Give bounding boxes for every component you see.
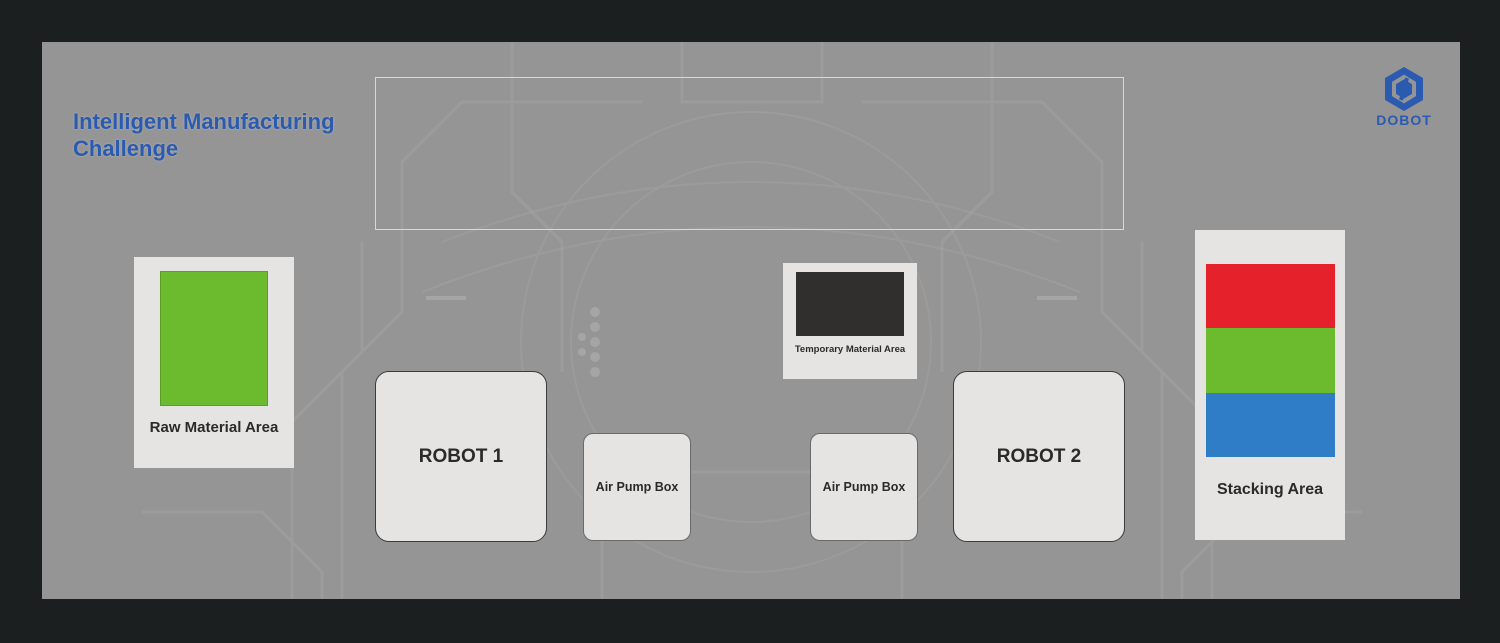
stack-band-blue bbox=[1206, 392, 1335, 457]
air-pump-box-2: Air Pump Box bbox=[810, 433, 918, 541]
stacking-area-label: Stacking Area bbox=[1216, 481, 1324, 498]
stack-band-green bbox=[1206, 328, 1335, 393]
dobot-hexagon-icon bbox=[1385, 67, 1423, 111]
robot-2-station: ROBOT 2 bbox=[953, 371, 1125, 542]
robot-1-label: ROBOT 1 bbox=[418, 445, 504, 467]
raw-material-swatch bbox=[160, 271, 268, 406]
dobot-logo: DOBOT bbox=[1376, 66, 1432, 130]
challenge-title: Intelligent Manufacturing Challenge bbox=[73, 108, 393, 162]
robot-1-station: ROBOT 1 bbox=[375, 371, 547, 542]
air-pump-box-1-label: Air Pump Box bbox=[595, 480, 679, 494]
stacking-area: Stacking Area bbox=[1195, 230, 1345, 540]
dobot-logo-text: DOBOT bbox=[1376, 112, 1432, 128]
game-board: Intelligent Manufacturing Challenge DOBO… bbox=[42, 42, 1460, 599]
raw-material-label: Raw Material Area bbox=[149, 419, 279, 436]
challenge-title-line2: Challenge bbox=[73, 136, 179, 161]
stacking-color-bands bbox=[1206, 264, 1335, 457]
stack-band-red bbox=[1206, 264, 1335, 329]
robot-2-label: ROBOT 2 bbox=[996, 445, 1082, 467]
temporary-material-swatch bbox=[796, 272, 904, 336]
raw-material-area: Raw Material Area bbox=[134, 257, 294, 468]
temporary-material-label: Temporary Material Area bbox=[794, 344, 906, 355]
air-pump-box-1: Air Pump Box bbox=[583, 433, 691, 541]
temporary-material-area: Temporary Material Area bbox=[783, 263, 917, 379]
challenge-title-line1: Intelligent Manufacturing bbox=[73, 109, 335, 134]
display-screen-frame bbox=[375, 77, 1124, 230]
air-pump-box-2-label: Air Pump Box bbox=[822, 480, 906, 494]
